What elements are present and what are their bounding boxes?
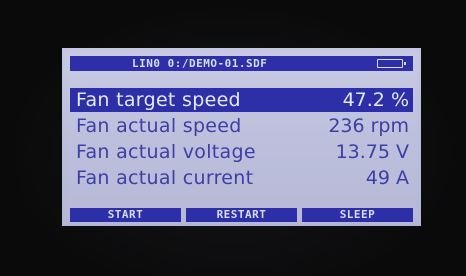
parameter-label: Fan actual speed bbox=[76, 115, 242, 137]
parameter-row-fan-actual-voltage[interactable]: Fan actual voltage 13.75 V bbox=[70, 140, 413, 164]
restart-softkey[interactable]: RESTART bbox=[186, 208, 297, 222]
parameter-row-fan-actual-speed[interactable]: Fan actual speed 236 rpm bbox=[70, 114, 413, 138]
parameter-value: 49 A bbox=[365, 167, 409, 189]
file-path: LIN0 0:/DEMO-01.SDF bbox=[132, 57, 268, 70]
parameter-value: 47.2 % bbox=[342, 89, 409, 111]
softkey-bar: START RESTART SLEEP bbox=[70, 208, 413, 222]
parameter-value: 13.75 V bbox=[335, 141, 409, 163]
sleep-softkey[interactable]: SLEEP bbox=[302, 208, 413, 222]
parameter-row-fan-target-speed[interactable]: Fan target speed 47.2 % bbox=[70, 88, 413, 112]
start-softkey[interactable]: START bbox=[70, 208, 181, 222]
device-bezel: LIN0 0:/DEMO-01.SDF Fan target speed 47.… bbox=[0, 0, 466, 276]
parameter-label: Fan actual current bbox=[76, 167, 254, 189]
lcd-screen: LIN0 0:/DEMO-01.SDF Fan target speed 47.… bbox=[62, 48, 421, 226]
parameter-row-fan-actual-current[interactable]: Fan actual current 49 A bbox=[70, 166, 413, 190]
parameter-label: Fan actual voltage bbox=[76, 141, 256, 163]
title-bar: LIN0 0:/DEMO-01.SDF bbox=[70, 56, 413, 71]
battery-icon bbox=[377, 59, 406, 68]
parameter-label: Fan target speed bbox=[76, 89, 241, 111]
parameter-value: 236 rpm bbox=[328, 115, 409, 137]
